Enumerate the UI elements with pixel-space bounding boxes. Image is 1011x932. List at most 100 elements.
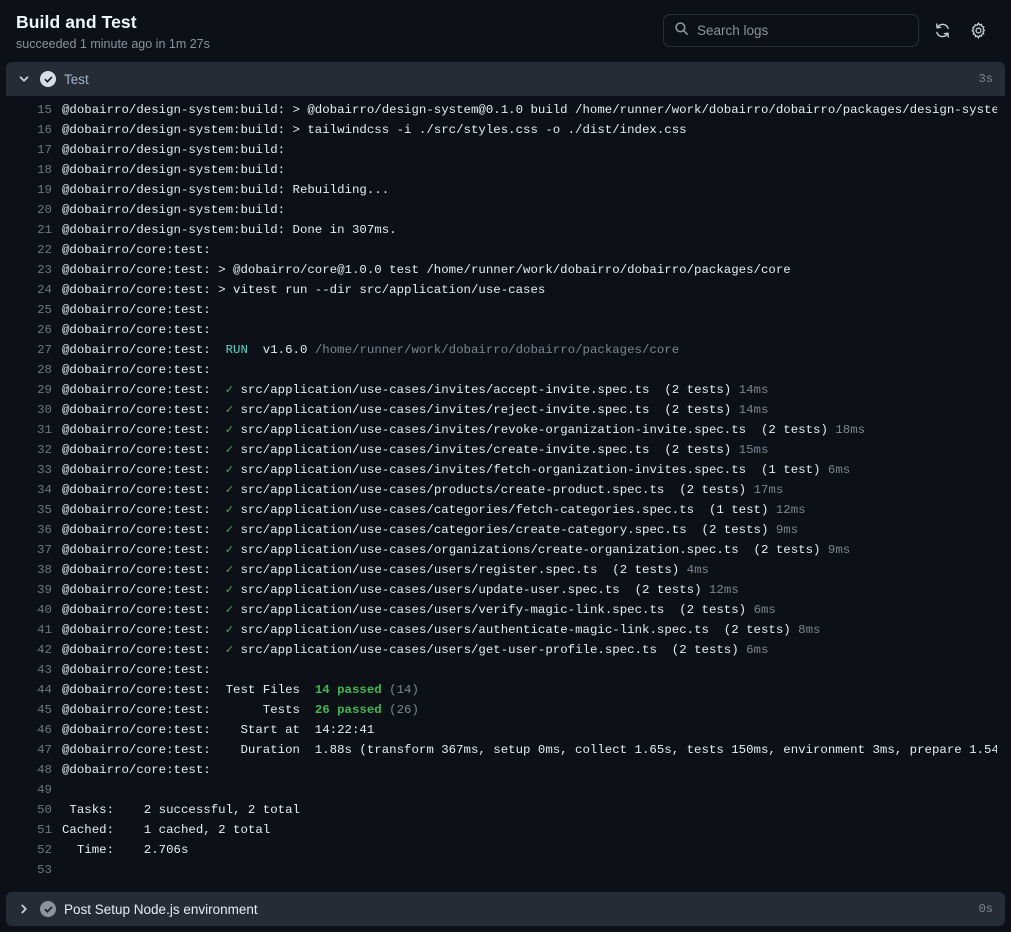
log-line: 20 @dobairro/design-system:build: [6, 200, 1005, 220]
log-line-text: @dobairro/core:test: [62, 243, 211, 257]
log-line-number: 45 [37, 703, 52, 717]
log-line-text: @dobairro/core:test: ✓ src/application/u… [62, 403, 769, 417]
log-line-text: @dobairro/core:test: ✓ src/application/u… [62, 503, 806, 517]
log-line: 38 @dobairro/core:test: ✓ src/application… [6, 560, 1005, 580]
chevron-down-icon[interactable] [16, 71, 32, 87]
log-line-number: 48 [37, 763, 52, 777]
log-line-text: @dobairro/core:test: ✓ src/application/u… [62, 443, 769, 457]
log-line-text: @dobairro/core:test: [62, 663, 211, 677]
log-line-number: 16 [37, 123, 52, 137]
log-line-text: Cached: 1 cached, 2 total [62, 823, 271, 837]
log-line: 44 @dobairro/core:test: Test Files 14 pas… [6, 680, 1005, 700]
log-line-text: @dobairro/core:test: RUN v1.6.0 /home/ru… [62, 343, 680, 357]
log-group-header-test[interactable]: Test 3s [6, 62, 1005, 96]
bottom-group-row: Post Setup Node.js environment 0s [6, 892, 1005, 926]
log-line-text: @dobairro/core:test: [62, 323, 211, 337]
log-line: 47 @dobairro/core:test: Duration 1.88s (t… [6, 740, 1005, 760]
log-line-number: 34 [37, 483, 52, 497]
log-line: 34 @dobairro/core:test: ✓ src/application… [6, 480, 1005, 500]
log-line-number: 27 [37, 343, 52, 357]
log-line-number: 38 [37, 563, 52, 577]
log-line: 42 @dobairro/core:test: ✓ src/application… [6, 640, 1005, 660]
log-line: 48 @dobairro/core:test: [6, 760, 1005, 780]
log-line: 19 @dobairro/design-system:build: Rebuild… [6, 180, 1005, 200]
log-line-text: @dobairro/core:test: ✓ src/application/u… [62, 603, 776, 617]
log-line: 41 @dobairro/core:test: ✓ src/application… [6, 620, 1005, 640]
log-line: 32 @dobairro/core:test: ✓ src/application… [6, 440, 1005, 460]
log-group-title: Test [64, 71, 89, 87]
log-line-number: 33 [37, 463, 52, 477]
log-line-number: 42 [37, 643, 52, 657]
check-circle-icon [40, 901, 56, 917]
log-line-text: @dobairro/core:test: [62, 763, 211, 777]
chevron-right-icon[interactable] [16, 901, 32, 917]
log-line-number: 35 [37, 503, 52, 517]
log-line-number: 26 [37, 323, 52, 337]
log-group-duration: 3s [978, 72, 993, 86]
log-panel: Test 3s 15 @dobairro/design-system:build:… [6, 62, 1005, 888]
log-line-text: @dobairro/core:test: ✓ src/application/u… [62, 643, 769, 657]
header-left: Build and Test succeeded 1 minute ago in… [16, 10, 210, 53]
log-line-text: @dobairro/core:test: ✓ src/application/u… [62, 523, 799, 537]
log-line-number: 46 [37, 723, 52, 737]
log-line-text: @dobairro/core:test: ✓ src/application/u… [62, 423, 866, 437]
log-line-number: 47 [37, 743, 52, 757]
log-line-number: 43 [37, 663, 52, 677]
log-line-text: @dobairro/design-system:build: > @dobair… [62, 103, 997, 117]
log-line: 43 @dobairro/core:test: [6, 660, 1005, 680]
log-line: 45 @dobairro/core:test: Tests 26 passed (… [6, 700, 1005, 720]
log-line: 51 Cached: 1 cached, 2 total [6, 820, 1005, 840]
log-line-text: @dobairro/core:test: [62, 303, 211, 317]
log-line-text: @dobairro/design-system:build: [62, 163, 286, 177]
log-line: 26 @dobairro/core:test: [6, 320, 1005, 340]
log-line-number: 19 [37, 183, 52, 197]
log-line: 24 @dobairro/core:test: > vitest run --di… [6, 280, 1005, 300]
log-line-text: Time: 2.706s [62, 843, 189, 857]
log-line-number: 24 [37, 283, 52, 297]
log-line: 33 @dobairro/core:test: ✓ src/application… [6, 460, 1005, 480]
gear-icon[interactable] [965, 18, 991, 44]
log-line: 29 @dobairro/core:test: ✓ src/application… [6, 380, 1005, 400]
log-line-text: @dobairro/core:test: > vitest run --dir … [62, 283, 546, 297]
log-line-number: 36 [37, 523, 52, 537]
log-line: 25 @dobairro/core:test: [6, 300, 1005, 320]
log-line-number: 22 [37, 243, 52, 257]
log-line: 49 [6, 780, 1005, 800]
log-line: 52 Time: 2.706s [6, 840, 1005, 860]
log-line-text: @dobairro/design-system:build: Done in 3… [62, 223, 397, 237]
log-line: 16 @dobairro/design-system:build: > tailw… [6, 120, 1005, 140]
log-line: 37 @dobairro/core:test: ✓ src/application… [6, 540, 1005, 560]
page-header: Build and Test succeeded 1 minute ago in… [0, 0, 1011, 62]
log-line-number: 41 [37, 623, 52, 637]
refresh-icon[interactable] [929, 18, 955, 44]
log-line-text: @dobairro/design-system:build: Rebuildin… [62, 183, 390, 197]
log-line-number: 18 [37, 163, 52, 177]
log-line-number: 52 [37, 843, 52, 857]
log-line: 50 Tasks: 2 successful, 2 total [6, 800, 1005, 820]
log-line-number: 25 [37, 303, 52, 317]
log-line-text: @dobairro/core:test: ✓ src/application/u… [62, 623, 821, 637]
log-line: 22 @dobairro/core:test: [6, 240, 1005, 260]
log-line-text: @dobairro/core:test: ✓ src/application/u… [62, 383, 769, 397]
workflow-status-text: succeeded 1 minute ago in 1m 27s [16, 37, 210, 51]
log-line-text: Tasks: 2 successful, 2 total [62, 803, 300, 817]
log-line-text: @dobairro/core:test: Tests 26 passed (26… [62, 703, 419, 717]
log-line-text: @dobairro/core:test: ✓ src/application/u… [62, 543, 851, 557]
log-line-number: 40 [37, 603, 52, 617]
log-group-header-post-setup[interactable]: Post Setup Node.js environment 0s [6, 892, 1005, 926]
log-line-text: @dobairro/design-system:build: > tailwin… [62, 123, 687, 137]
log-line: 30 @dobairro/core:test: ✓ src/application… [6, 400, 1005, 420]
log-output[interactable]: 15 @dobairro/design-system:build: > @doba… [6, 96, 1005, 888]
log-line: 27 @dobairro/core:test: RUN v1.6.0 /home/… [6, 340, 1005, 360]
log-line-text: @dobairro/core:test: > @dobairro/core@1.… [62, 263, 791, 277]
search-input[interactable] [697, 23, 908, 38]
log-line-text: @dobairro/core:test: [62, 363, 211, 377]
log-line-text: @dobairro/core:test: Start at 14:22:41 [62, 723, 375, 737]
log-line-text: @dobairro/core:test: ✓ src/application/u… [62, 583, 739, 597]
search-box[interactable] [663, 14, 919, 47]
log-line-text: @dobairro/core:test: ✓ src/application/u… [62, 483, 784, 497]
log-line-text: @dobairro/core:test: Duration 1.88s (tra… [62, 743, 997, 757]
log-line: 40 @dobairro/core:test: ✓ src/application… [6, 600, 1005, 620]
log-line-text: @dobairro/core:test: Test Files 14 passe… [62, 683, 419, 697]
check-circle-icon [40, 71, 56, 87]
